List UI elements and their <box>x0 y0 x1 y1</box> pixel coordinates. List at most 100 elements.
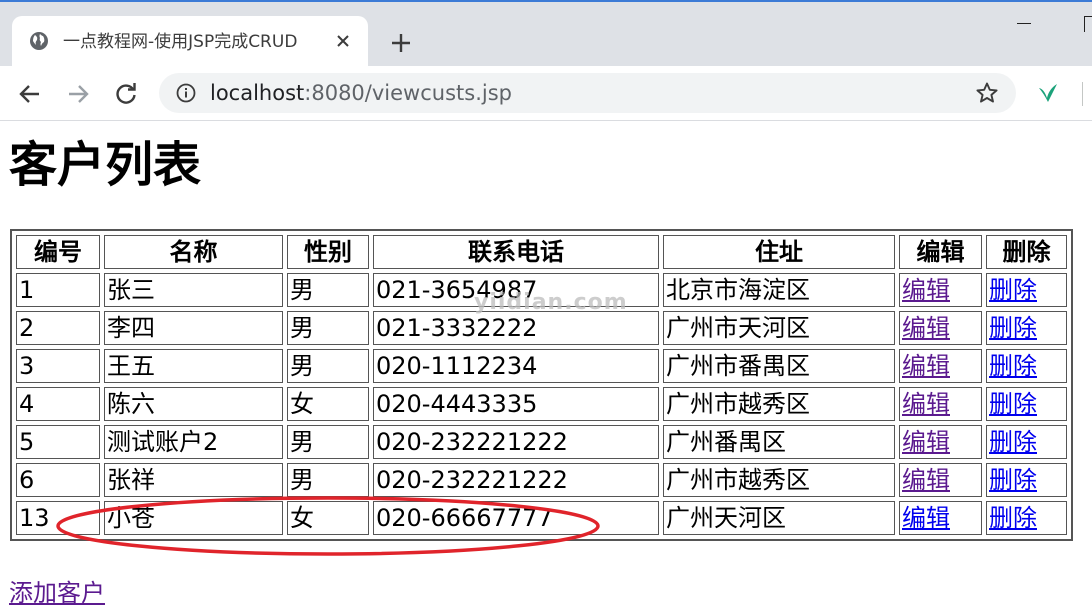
cell-gender: 女 <box>287 387 369 421</box>
globe-icon <box>30 32 48 50</box>
cell-id: 5 <box>16 425 100 459</box>
cell-delete: 删除 <box>986 311 1067 345</box>
tab-title: 一点教程网-使用JSP完成CRUD <box>63 32 298 52</box>
cell-gender: 女 <box>287 501 369 535</box>
delete-link[interactable]: 删除 <box>989 276 1037 304</box>
cell-edit: 编辑 <box>899 425 982 459</box>
table-row: 2 李四 男 021-3332222 广州市天河区 编辑 删除 <box>16 311 1067 345</box>
header-address: 住址 <box>663 235 895 269</box>
reload-icon[interactable] <box>113 81 139 107</box>
cell-address: 广州天河区 <box>663 501 895 535</box>
cell-edit: 编辑 <box>899 387 982 421</box>
cell-address: 广州市番禺区 <box>663 349 895 383</box>
cell-gender: 男 <box>287 463 369 497</box>
cell-delete: 删除 <box>986 387 1067 421</box>
header-name: 名称 <box>104 235 283 269</box>
cell-name: 小苍 <box>104 501 283 535</box>
edit-link[interactable]: 编辑 <box>902 428 950 456</box>
maximize-icon[interactable] <box>1084 16 1092 32</box>
cell-edit: 编辑 <box>899 273 982 307</box>
cell-name: 测试账户2 <box>104 425 283 459</box>
url-path: :8080/viewcusts.jsp <box>304 81 512 105</box>
forward-arrow-icon[interactable] <box>65 81 91 107</box>
back-arrow-icon[interactable] <box>17 81 43 107</box>
url-host: localhost <box>210 81 305 105</box>
cell-address: 广州市越秀区 <box>663 387 895 421</box>
cell-edit: 编辑 <box>899 463 982 497</box>
minimize-icon[interactable] <box>1017 22 1033 25</box>
cell-address: 广州番禺区 <box>663 425 895 459</box>
header-gender: 性别 <box>287 235 369 269</box>
cell-delete: 删除 <box>986 425 1067 459</box>
cell-name: 张三 <box>104 273 283 307</box>
edit-link[interactable]: 编辑 <box>902 504 950 532</box>
cell-delete: 删除 <box>986 349 1067 383</box>
cell-gender: 男 <box>287 425 369 459</box>
delete-link[interactable]: 删除 <box>989 428 1037 456</box>
cell-id: 13 <box>16 501 100 535</box>
delete-link[interactable]: 删除 <box>989 504 1037 532</box>
edit-link[interactable]: 编辑 <box>902 352 950 380</box>
cell-phone: 020-232221222 <box>373 463 659 497</box>
cell-phone: 020-66667777 <box>373 501 659 535</box>
address-bar[interactable]: localhost:8080/viewcusts.jsp <box>159 73 1016 113</box>
cell-phone: 021-3332222 <box>373 311 659 345</box>
edit-link[interactable]: 编辑 <box>902 276 950 304</box>
table-row: 4 陈六 女 020-4443335 广州市越秀区 编辑 删除 <box>16 387 1067 421</box>
cell-edit: 编辑 <box>899 349 982 383</box>
info-icon[interactable] <box>176 83 196 103</box>
cell-phone: 020-1112234 <box>373 349 659 383</box>
page-title: 客户列表 <box>9 137 202 193</box>
cell-address: 广州市天河区 <box>663 311 895 345</box>
star-icon[interactable] <box>975 81 999 105</box>
cell-id: 1 <box>16 273 100 307</box>
cell-id: 2 <box>16 311 100 345</box>
cell-id: 6 <box>16 463 100 497</box>
browser-tab[interactable]: 一点教程网-使用JSP完成CRUD <box>12 16 368 68</box>
table-header-row: 编号 名称 性别 联系电话 住址 编辑 删除 <box>16 235 1067 269</box>
table-row: 3 王五 男 020-1112234 广州市番禺区 编辑 删除 <box>16 349 1067 383</box>
table-row: 13 小苍 女 020-66667777 广州天河区 编辑 删除 <box>16 501 1067 535</box>
edit-link[interactable]: 编辑 <box>902 390 950 418</box>
header-id: 编号 <box>16 235 100 269</box>
watermark: yiidian.com <box>474 290 628 315</box>
cell-edit: 编辑 <box>899 311 982 345</box>
cell-address: 广州市越秀区 <box>663 463 895 497</box>
delete-link[interactable]: 删除 <box>989 390 1037 418</box>
plus-icon[interactable] <box>389 31 413 55</box>
delete-link[interactable]: 删除 <box>989 314 1037 342</box>
customer-table: 编号 名称 性别 联系电话 住址 编辑 删除 1 张三 男 021-365498… <box>10 229 1073 541</box>
cell-delete: 删除 <box>986 463 1067 497</box>
edit-link[interactable]: 编辑 <box>902 466 950 494</box>
cell-name: 王五 <box>104 349 283 383</box>
cell-delete: 删除 <box>986 501 1067 535</box>
cell-name: 李四 <box>104 311 283 345</box>
extension-leaf-icon[interactable] <box>1036 80 1060 108</box>
delete-link[interactable]: 删除 <box>989 352 1037 380</box>
cell-id: 4 <box>16 387 100 421</box>
edit-link[interactable]: 编辑 <box>902 314 950 342</box>
cell-id: 3 <box>16 349 100 383</box>
close-icon[interactable] <box>334 32 352 50</box>
add-customer-link[interactable]: 添加客户 <box>9 577 105 609</box>
cell-phone: 020-232221222 <box>373 425 659 459</box>
cell-gender: 男 <box>287 349 369 383</box>
table-row: 6 张祥 男 020-232221222 广州市越秀区 编辑 删除 <box>16 463 1067 497</box>
browser-toolbar: localhost:8080/viewcusts.jsp <box>0 66 1092 121</box>
header-edit: 编辑 <box>899 235 982 269</box>
cell-phone: 020-4443335 <box>373 387 659 421</box>
cell-name: 陈六 <box>104 387 283 421</box>
cell-gender: 男 <box>287 273 369 307</box>
toolbar-divider <box>1082 82 1083 106</box>
header-phone: 联系电话 <box>373 235 659 269</box>
cell-address: 北京市海淀区 <box>663 273 895 307</box>
cell-delete: 删除 <box>986 273 1067 307</box>
tab-strip: 一点教程网-使用JSP完成CRUD <box>0 0 1092 68</box>
table-row: 5 测试账户2 男 020-232221222 广州番禺区 编辑 删除 <box>16 425 1067 459</box>
cell-edit: 编辑 <box>899 501 982 535</box>
url-text: localhost:8080/viewcusts.jsp <box>210 80 512 106</box>
cell-name: 张祥 <box>104 463 283 497</box>
header-delete: 删除 <box>986 235 1067 269</box>
delete-link[interactable]: 删除 <box>989 466 1037 494</box>
cell-gender: 男 <box>287 311 369 345</box>
